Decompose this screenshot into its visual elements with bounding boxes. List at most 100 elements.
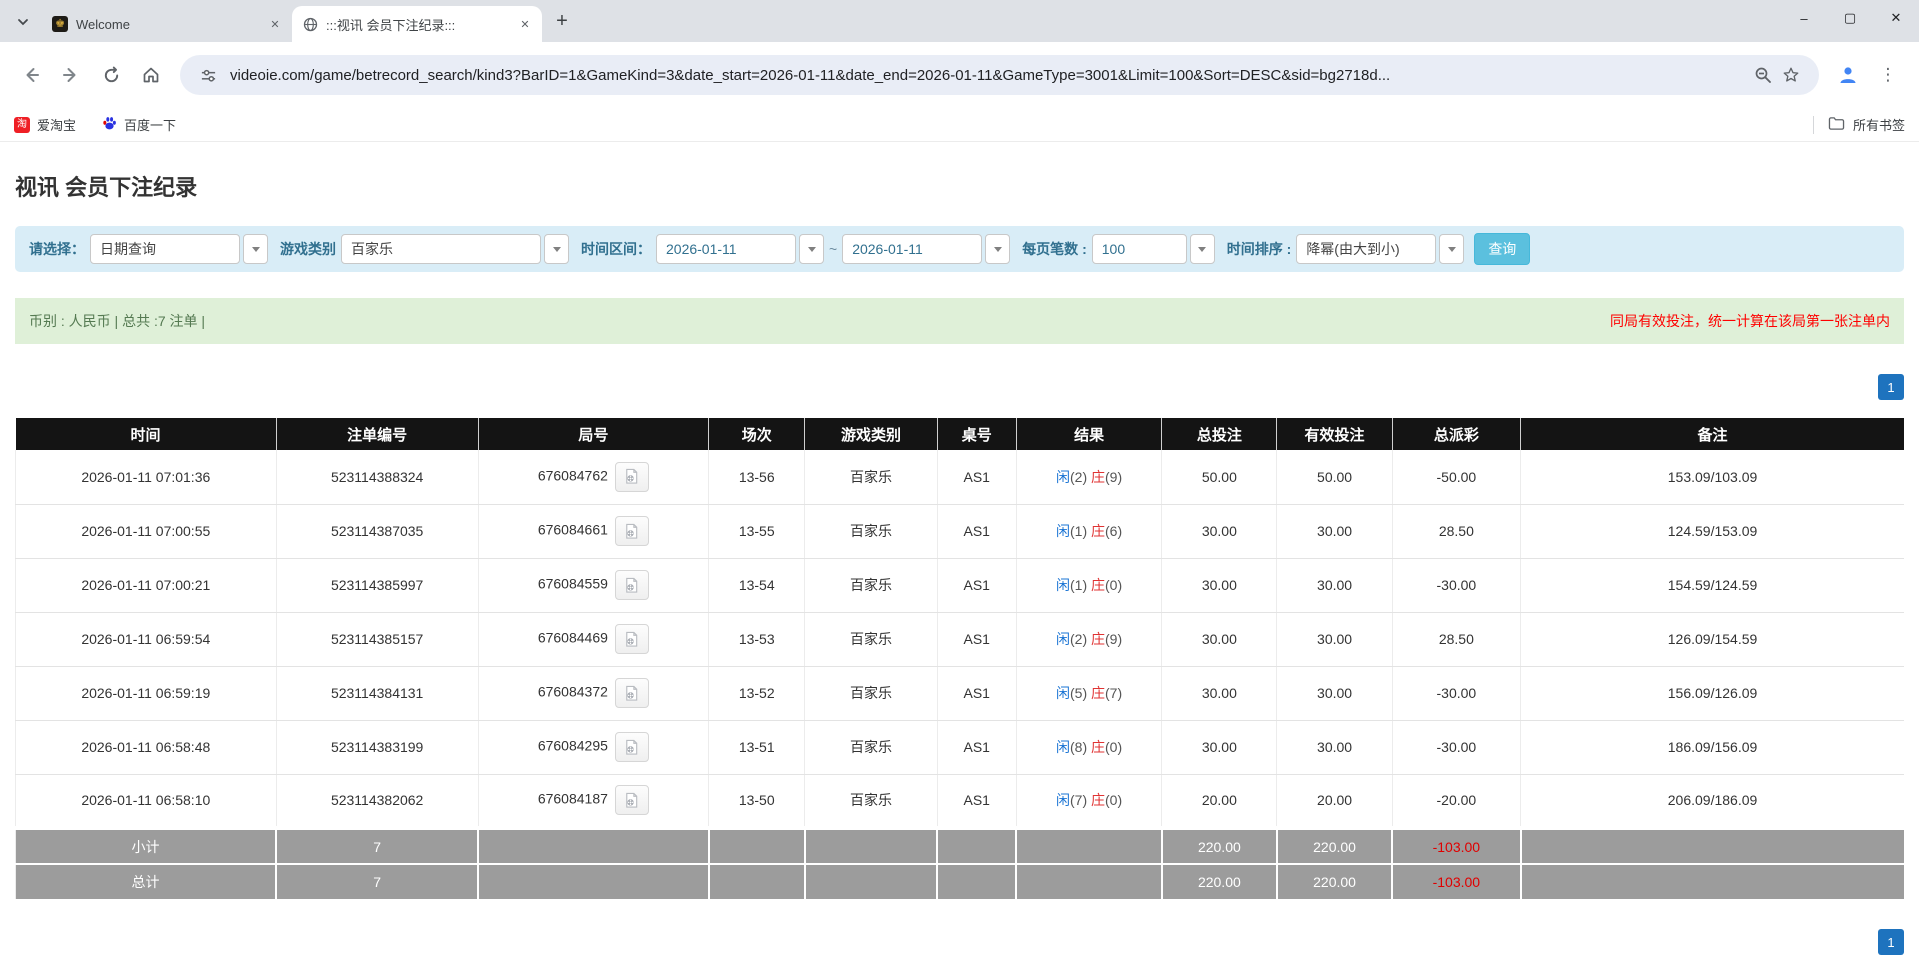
baidu-paw-icon [102, 116, 117, 134]
date-start-value[interactable]: 2026-01-11 [656, 234, 796, 264]
new-tab-button[interactable]: + [548, 7, 576, 35]
round-number: 676084661 [537, 521, 608, 538]
subtotal-count: 7 [275, 826, 480, 865]
cell-bet-id: 523114385157 [276, 612, 479, 667]
result-banker-score: (0) [1105, 577, 1123, 593]
bookmark-star-icon[interactable] [1777, 61, 1805, 89]
browser-tab-strip: ♚ Welcome ✕ :::视讯 会员下注纪录::: ✕ + – ▢ ✕ [0, 0, 1919, 42]
cell-table-number: AS1 [937, 504, 1017, 559]
minimize-button[interactable]: – [1781, 0, 1827, 36]
forward-icon[interactable] [54, 58, 88, 92]
table-row: 2026-01-11 06:58:10 523114382062 676084187… [15, 774, 1904, 829]
per-page-label: 每页笔数 : [1022, 241, 1087, 257]
sort-select[interactable]: 降幂(由大到小) [1296, 234, 1465, 264]
chevron-down-icon[interactable] [799, 234, 824, 264]
maximize-button[interactable]: ▢ [1827, 0, 1873, 36]
tab-search-chevron-icon[interactable] [8, 7, 38, 37]
video-replay-icon[interactable] [614, 678, 649, 708]
search-button[interactable]: 查询 [1474, 233, 1531, 265]
chevron-down-icon[interactable] [243, 234, 268, 264]
cell-payout: 28.50 [1392, 612, 1522, 667]
query-type-select[interactable]: 日期查询 [90, 234, 268, 264]
tab-welcome[interactable]: ♚ Welcome ✕ [42, 6, 292, 42]
url-text[interactable]: videoie.com/game/betrecord_search/kind3?… [230, 67, 1749, 84]
video-replay-icon[interactable] [614, 461, 649, 492]
page-1-button[interactable]: 1 [1878, 374, 1904, 400]
url-bar[interactable]: videoie.com/game/betrecord_search/kind3?… [180, 55, 1819, 95]
taobao-icon: 淘 [14, 116, 30, 133]
bookmark-taobao[interactable]: 淘 爱淘宝 [14, 115, 76, 134]
reload-icon[interactable] [94, 58, 128, 92]
back-icon[interactable] [14, 58, 48, 92]
empty-cell [803, 863, 939, 901]
per-page-value[interactable]: 100 [1091, 234, 1187, 264]
video-replay-icon[interactable] [614, 785, 649, 816]
date-end-select[interactable]: 2026-01-11 [842, 234, 1011, 264]
video-replay-icon[interactable] [614, 516, 649, 546]
round-number: 676084762 [537, 467, 608, 484]
cell-result: 闲(2) 庄(9) [1016, 612, 1163, 667]
bookmark-label: 爱淘宝 [37, 118, 77, 133]
query-type-value[interactable]: 日期查询 [90, 234, 240, 264]
browser-menu-icon[interactable]: ⋮ [1871, 58, 1905, 92]
video-replay-icon[interactable] [614, 624, 649, 654]
welcome-favicon: ♚ [52, 16, 68, 32]
per-page-select[interactable]: 100 [1091, 234, 1215, 264]
cell-payout: -50.00 [1392, 450, 1522, 505]
result-player: 闲 [1056, 739, 1070, 755]
subtotal-payout: -103.00 [1391, 826, 1522, 865]
result-banker: 庄 [1091, 468, 1106, 485]
tab-close-icon[interactable]: ✕ [266, 15, 284, 33]
home-icon[interactable] [134, 58, 168, 92]
cell-session: 13-50 [708, 774, 806, 829]
chevron-down-icon[interactable] [544, 234, 569, 264]
date-range-label: 时间区间： [581, 241, 651, 257]
all-bookmarks[interactable]: 所有书签 [1812, 115, 1905, 134]
browser-toolbar: videoie.com/game/betrecord_search/kind3?… [0, 42, 1919, 108]
chevron-down-icon[interactable] [1189, 234, 1215, 264]
cell-game-kind: 百家乐 [804, 504, 938, 559]
round-number: 676084469 [537, 629, 608, 646]
zoom-icon[interactable] [1749, 61, 1777, 89]
total-valid-bet: 220.00 [1275, 863, 1394, 901]
video-replay-icon[interactable] [614, 732, 649, 762]
result-banker: 庄 [1091, 739, 1106, 755]
chevron-down-icon[interactable] [985, 234, 1011, 264]
cell-total-bet: 30.00 [1161, 720, 1278, 775]
sort-value[interactable]: 降幂(由大到小) [1296, 234, 1437, 264]
cell-round: 676084469 [478, 612, 710, 667]
chevron-down-icon[interactable] [1439, 234, 1465, 264]
result-banker-score: (7) [1105, 685, 1123, 701]
divider [1812, 115, 1814, 134]
date-start-select[interactable]: 2026-01-11 [656, 234, 824, 264]
column-header: 注单编号 [276, 418, 479, 450]
column-header: 时间 [15, 418, 277, 450]
site-settings-icon[interactable] [194, 61, 222, 89]
game-kind-select[interactable]: 百家乐 [341, 234, 569, 264]
game-kind-value[interactable]: 百家乐 [341, 234, 541, 264]
result-player-score: (7) [1070, 792, 1088, 809]
cell-note: 153.09/103.09 [1520, 450, 1904, 505]
cell-result: 闲(1) 庄(6) [1016, 504, 1163, 559]
tab-bet-record[interactable]: :::视讯 会员下注纪录::: ✕ [292, 6, 542, 42]
bookmark-baidu[interactable]: 百度一下 [102, 115, 176, 134]
empty-cell [1015, 863, 1163, 901]
close-button[interactable]: ✕ [1873, 0, 1919, 36]
cell-total-bet: 30.00 [1161, 612, 1278, 667]
column-header: 总投注 [1161, 418, 1278, 450]
cell-result: 闲(5) 庄(7) [1016, 666, 1163, 721]
result-player: 闲 [1056, 523, 1070, 539]
profile-avatar-icon[interactable] [1831, 58, 1865, 92]
cell-valid-bet: 30.00 [1276, 666, 1393, 721]
tab-close-icon[interactable]: ✕ [516, 15, 534, 33]
cell-payout: -20.00 [1392, 774, 1522, 829]
page-1-button[interactable]: 1 [1878, 929, 1904, 955]
video-replay-icon[interactable] [614, 570, 649, 600]
cell-session: 13-54 [708, 558, 806, 613]
column-header: 游戏类别 [804, 418, 938, 450]
column-header: 场次 [708, 418, 806, 450]
result-banker-score: (9) [1105, 468, 1123, 485]
cell-total-bet: 30.00 [1161, 666, 1278, 721]
table-row: 2026-01-11 07:00:55 523114387035 676084661… [15, 504, 1904, 559]
date-end-value[interactable]: 2026-01-11 [842, 234, 983, 264]
